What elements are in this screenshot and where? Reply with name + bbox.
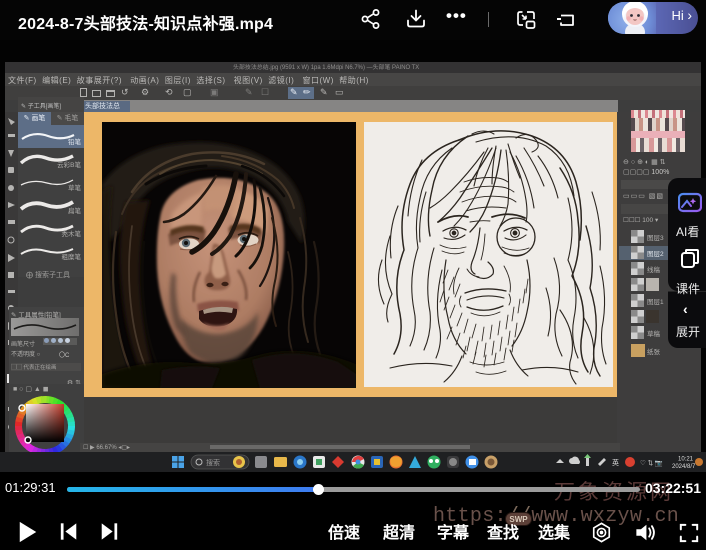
svg-text:♡ ⇅ 📷: ♡ ⇅ 📷 <box>640 459 663 467</box>
svg-text:搜索: 搜索 <box>206 458 220 467</box>
svg-text:2024/8/7: 2024/8/7 <box>672 464 696 470</box>
svg-text:10:21: 10:21 <box>678 457 694 463</box>
svg-text:英: 英 <box>612 458 619 467</box>
